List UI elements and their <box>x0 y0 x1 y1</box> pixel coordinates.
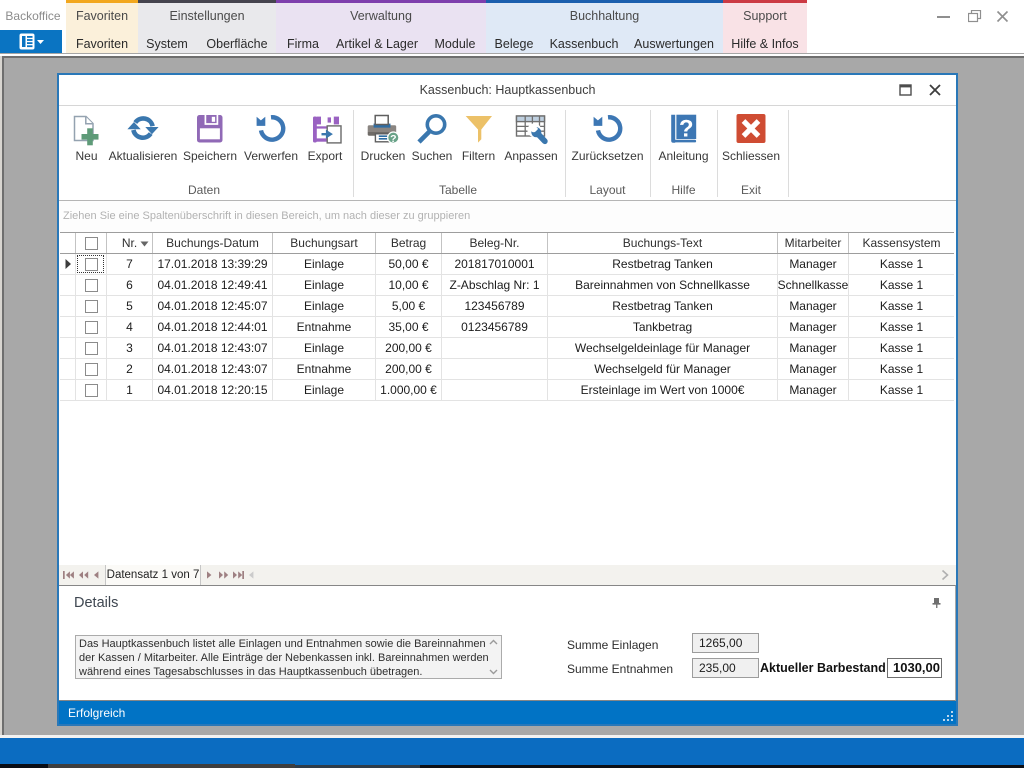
svg-text:?: ? <box>678 116 693 143</box>
